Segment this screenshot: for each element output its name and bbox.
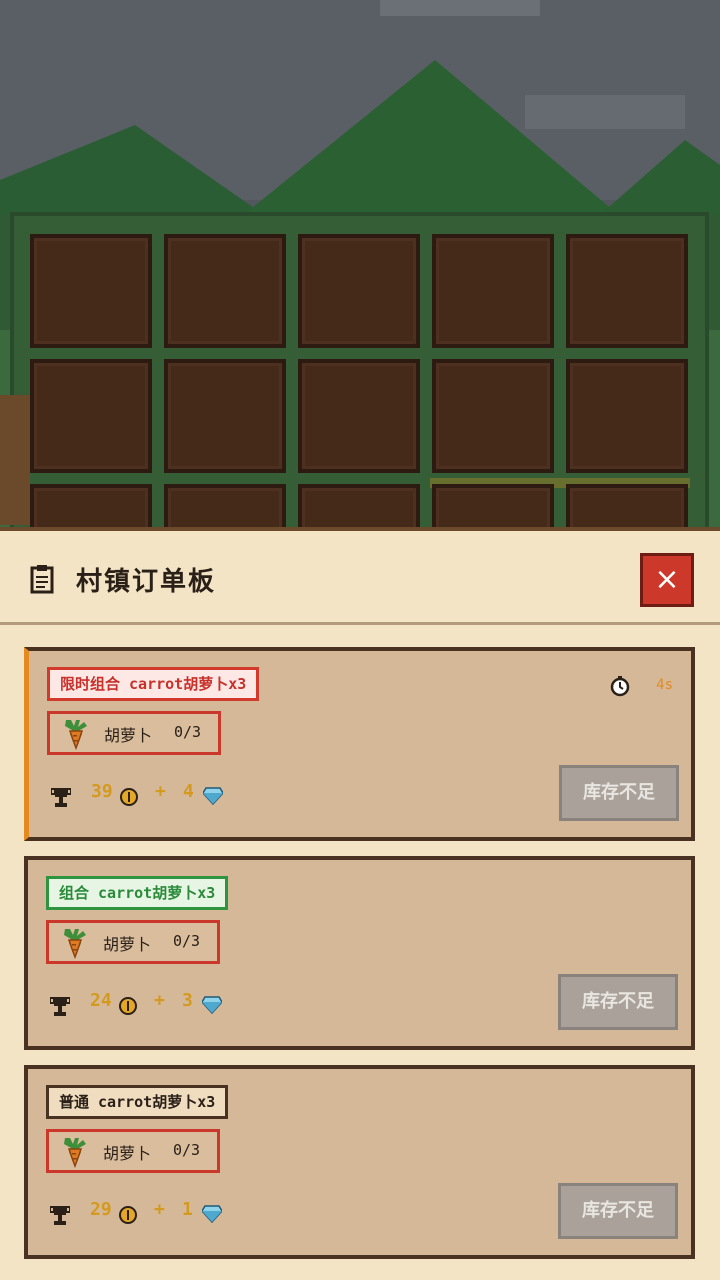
farm-plot[interactable] <box>298 359 420 473</box>
trophy-icon <box>50 997 70 1016</box>
cloud <box>525 95 685 129</box>
required-item-count: 0/3 <box>173 1141 201 1159</box>
carrot-icon <box>65 720 87 750</box>
required-item-name: 胡萝卜 <box>104 726 153 745</box>
trophy-icon <box>50 1206 70 1225</box>
reward-coins: 29 <box>90 1199 112 1220</box>
timer-icon <box>610 676 630 697</box>
panel-title: 村镇订单板 <box>76 567 217 597</box>
farm-plot[interactable] <box>164 359 286 473</box>
order-board-panel: 村镇订单板 × 限时组合 carrot胡萝卜x3 4s 胡萝卜 0/3 39 +4 库存不足… <box>0 527 720 1280</box>
required-item-name: 胡萝卜 <box>103 935 152 954</box>
order-card: 普通 carrot胡萝卜x3 胡萝卜 0/3 29 +1 库存不足 <box>24 1065 695 1259</box>
order-reward: 39 +4 <box>51 781 351 811</box>
coin-icon <box>120 788 138 806</box>
trophy-icon <box>51 788 71 807</box>
order-reward: 29 +1 <box>50 1199 350 1229</box>
carrot-icon <box>64 1138 86 1168</box>
reward-gems: 4 <box>183 781 194 802</box>
required-item: 胡萝卜 0/3 <box>46 1129 220 1173</box>
coin-icon <box>119 997 137 1015</box>
coin-icon <box>119 1206 137 1224</box>
reward-plus: + <box>154 1199 165 1220</box>
reward-coins: 39 <box>91 781 113 802</box>
carrot-icon <box>64 929 86 959</box>
insufficient-stock-button[interactable]: 库存不足 <box>559 765 679 821</box>
gem-icon <box>202 1205 222 1223</box>
required-item: 胡萝卜 0/3 <box>47 711 221 755</box>
required-item: 胡萝卜 0/3 <box>46 920 220 964</box>
gem-icon <box>203 787 223 805</box>
farm-plot[interactable] <box>432 234 554 348</box>
insufficient-stock-button[interactable]: 库存不足 <box>558 974 678 1030</box>
farm-plot[interactable] <box>298 234 420 348</box>
farm-plot[interactable] <box>566 234 688 348</box>
cloud <box>380 0 540 16</box>
farm-scene <box>0 0 720 540</box>
order-timer: 4s <box>603 675 673 699</box>
panel-header: 村镇订单板 × <box>0 531 720 625</box>
reward-gems: 1 <box>182 1199 193 1220</box>
farm-plot[interactable] <box>30 359 152 473</box>
order-reward: 24 +3 <box>50 990 350 1020</box>
reward-gems: 3 <box>182 990 193 1011</box>
insufficient-stock-button[interactable]: 库存不足 <box>558 1183 678 1239</box>
required-item-name: 胡萝卜 <box>103 1144 152 1163</box>
order-type-tag: 限时组合 carrot胡萝卜x3 <box>47 667 260 701</box>
farm-plot[interactable] <box>30 234 152 348</box>
close-button[interactable]: × <box>640 553 694 607</box>
farm-plot[interactable] <box>432 359 554 473</box>
order-card: 限时组合 carrot胡萝卜x3 4s 胡萝卜 0/3 39 +4 库存不足 <box>24 647 695 841</box>
farm-plot[interactable] <box>566 359 688 473</box>
order-card: 组合 carrot胡萝卜x3 胡萝卜 0/3 24 +3 库存不足 <box>24 856 695 1050</box>
reward-coins: 24 <box>90 990 112 1011</box>
timer-text: 4s <box>656 677 673 693</box>
clipboard-icon <box>30 565 54 594</box>
reward-plus: + <box>155 781 166 802</box>
reward-plus: + <box>154 990 165 1011</box>
required-item-count: 0/3 <box>173 932 201 950</box>
farm-plot-grid <box>26 230 696 540</box>
order-type-tag: 普通 carrot胡萝卜x3 <box>46 1085 229 1119</box>
gem-icon <box>202 996 222 1014</box>
required-item-count: 0/3 <box>174 723 202 741</box>
farm-plot[interactable] <box>164 234 286 348</box>
order-type-tag: 组合 carrot胡萝卜x3 <box>46 876 229 910</box>
